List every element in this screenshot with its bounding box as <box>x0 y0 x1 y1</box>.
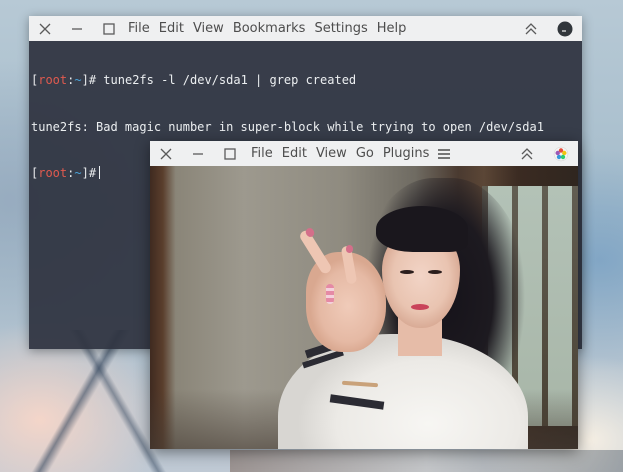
menu-edit[interactable]: Edit <box>159 21 184 36</box>
photo-ring <box>326 284 334 304</box>
close-icon[interactable] <box>155 143 177 165</box>
terminal-titlebar[interactable]: File Edit View Bookmarks Settings Help <box>29 16 582 41</box>
photo-eye <box>428 270 442 274</box>
menu-go[interactable]: Go <box>356 146 374 161</box>
photo-lips <box>411 304 429 310</box>
terminal-app-icon[interactable] <box>554 18 576 40</box>
prompt-dir: ~ <box>74 73 82 87</box>
image-viewer-window: File Edit View Go Plugins <box>150 141 578 449</box>
menu-edit[interactable]: Edit <box>282 146 307 161</box>
terminal-line-2: tune2fs: Bad magic number in super-block… <box>31 119 544 134</box>
prompt-user: root <box>38 73 68 87</box>
photo-bangs <box>376 206 468 252</box>
menu-plugins[interactable]: Plugins <box>383 146 430 161</box>
menu-file[interactable]: File <box>251 146 273 161</box>
menu-settings[interactable]: Settings <box>314 21 367 36</box>
close-icon[interactable] <box>34 18 56 40</box>
prompt-end: ]# <box>81 166 97 180</box>
photo-nail <box>346 245 353 253</box>
menu-view[interactable]: View <box>316 146 347 161</box>
menu-help[interactable]: Help <box>377 21 407 36</box>
keep-above-icon[interactable] <box>520 18 542 40</box>
maximize-icon[interactable] <box>98 18 120 40</box>
terminal-line-1: [root:~]# tune2fs -l /dev/sda1 | grep cr… <box>31 73 582 89</box>
maximize-icon[interactable] <box>219 143 241 165</box>
displayed-photo[interactable] <box>150 166 578 449</box>
image-viewer-app-icon[interactable] <box>550 143 572 165</box>
menu-file[interactable]: File <box>128 21 150 36</box>
prompt-end: ]# <box>81 73 104 87</box>
minimize-icon[interactable] <box>187 143 209 165</box>
text-cursor <box>99 166 101 179</box>
viewer-titlebar[interactable]: File Edit View Go Plugins <box>150 141 578 166</box>
menu-view[interactable]: View <box>193 21 224 36</box>
menu-bookmarks[interactable]: Bookmarks <box>233 21 306 36</box>
hamburger-menu-icon[interactable] <box>433 143 455 165</box>
prompt-user: root <box>38 166 68 180</box>
command-text: tune2fs -l /dev/sda1 | grep created <box>103 73 357 87</box>
prompt-dir: ~ <box>74 166 82 180</box>
minimize-icon[interactable] <box>66 18 88 40</box>
photo-eye <box>400 270 414 274</box>
keep-above-icon[interactable] <box>516 143 538 165</box>
